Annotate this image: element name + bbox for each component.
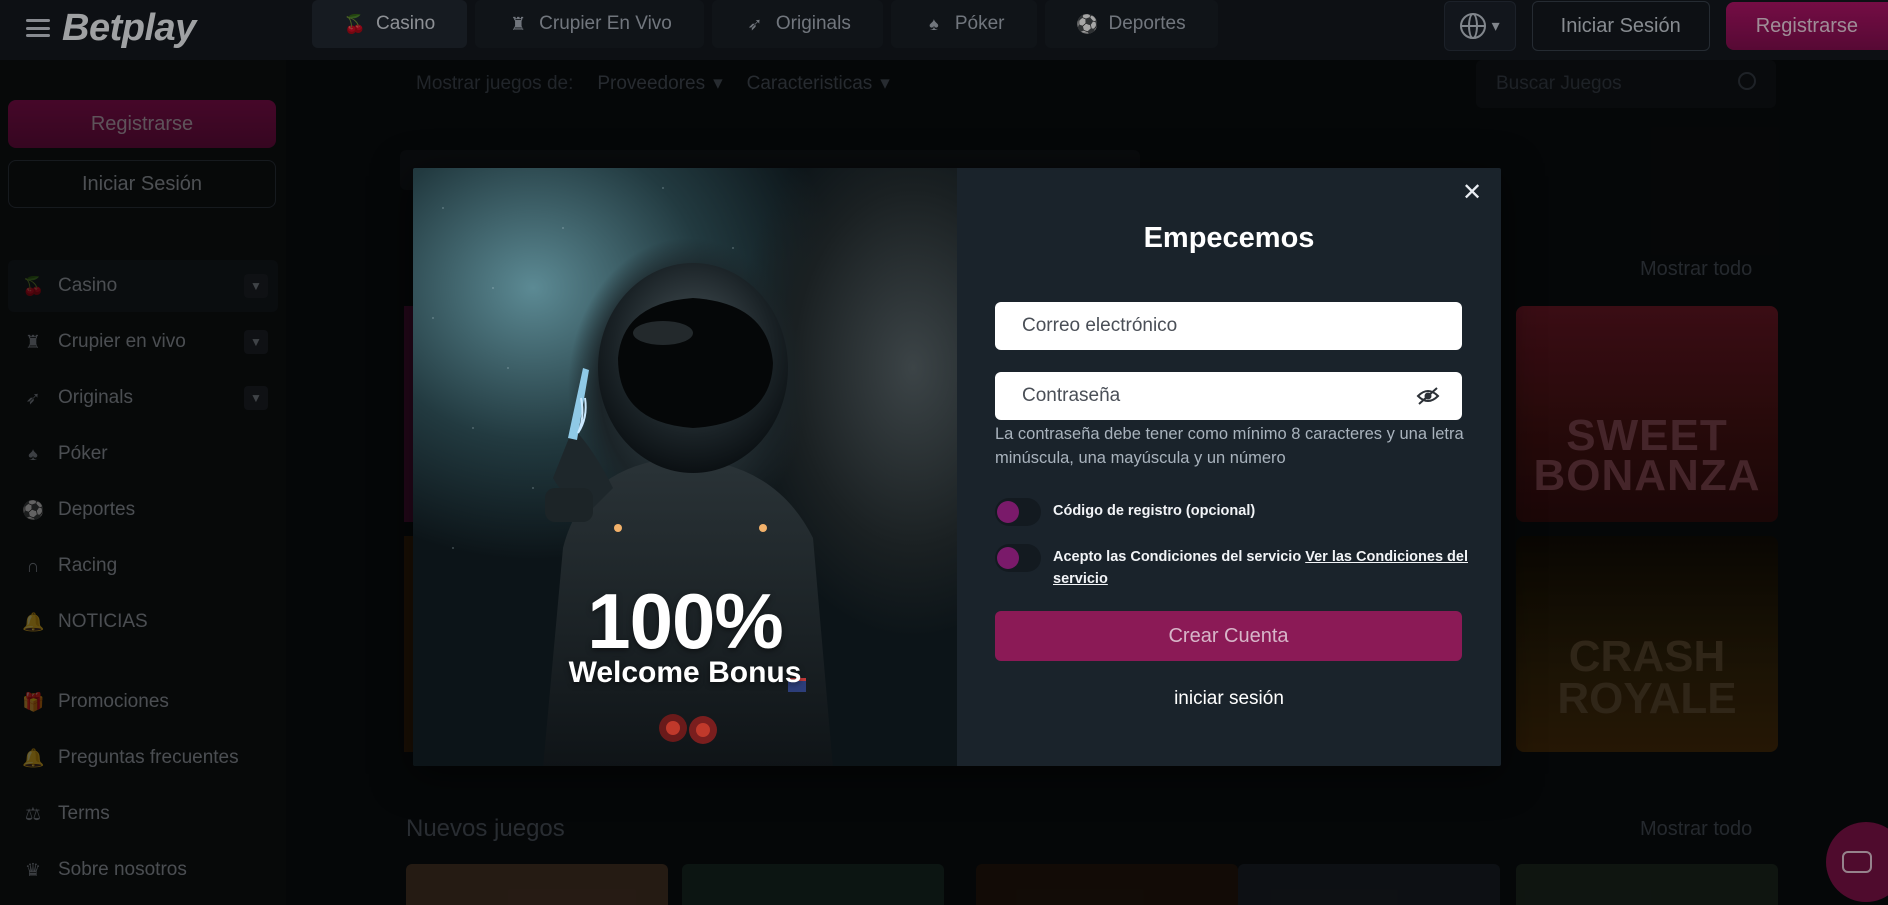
signup-modal: 100% Welcome Bonus ✕ Empecemos La contra… <box>413 168 1501 766</box>
form-title: Empecemos <box>1143 222 1315 254</box>
password-input[interactable] <box>1020 384 1462 408</box>
terms-text: Acepto las Condiciones del servicio <box>1053 549 1306 565</box>
password-hint: La contraseña debe tener como mínimo 8 c… <box>995 425 1464 467</box>
referral-toggle[interactable] <box>995 498 1041 526</box>
eye-off-icon[interactable] <box>1416 386 1440 406</box>
email-field[interactable] <box>995 302 1462 350</box>
login-link[interactable]: iniciar sesión <box>957 688 1501 710</box>
terms-label: Acepto las Condiciones del servicio Ver … <box>1053 546 1501 590</box>
page: Betplay 🍒 Casino ♜ Crupier En Vivo ➶ Ori… <box>0 0 1888 905</box>
password-field[interactable] <box>995 372 1462 420</box>
bonus-percent: 100% <box>587 577 784 665</box>
close-icon[interactable]: ✕ <box>1461 181 1483 205</box>
email-input[interactable] <box>1020 314 1462 338</box>
signup-form: ✕ Empecemos La contraseña debe tener com… <box>957 168 1501 766</box>
terms-toggle-row: Acepto las Condiciones del servicio Ver … <box>995 544 1501 590</box>
terms-toggle[interactable] <box>995 544 1041 572</box>
create-account-button[interactable]: Crear Cuenta <box>995 611 1462 661</box>
promo-image: 100% Welcome Bonus <box>413 168 957 766</box>
bonus-label: Welcome Bonus <box>568 656 802 689</box>
referral-label: Código de registro (opcional) <box>1053 503 1256 519</box>
referral-toggle-row: Código de registro (opcional) <box>995 498 1255 526</box>
